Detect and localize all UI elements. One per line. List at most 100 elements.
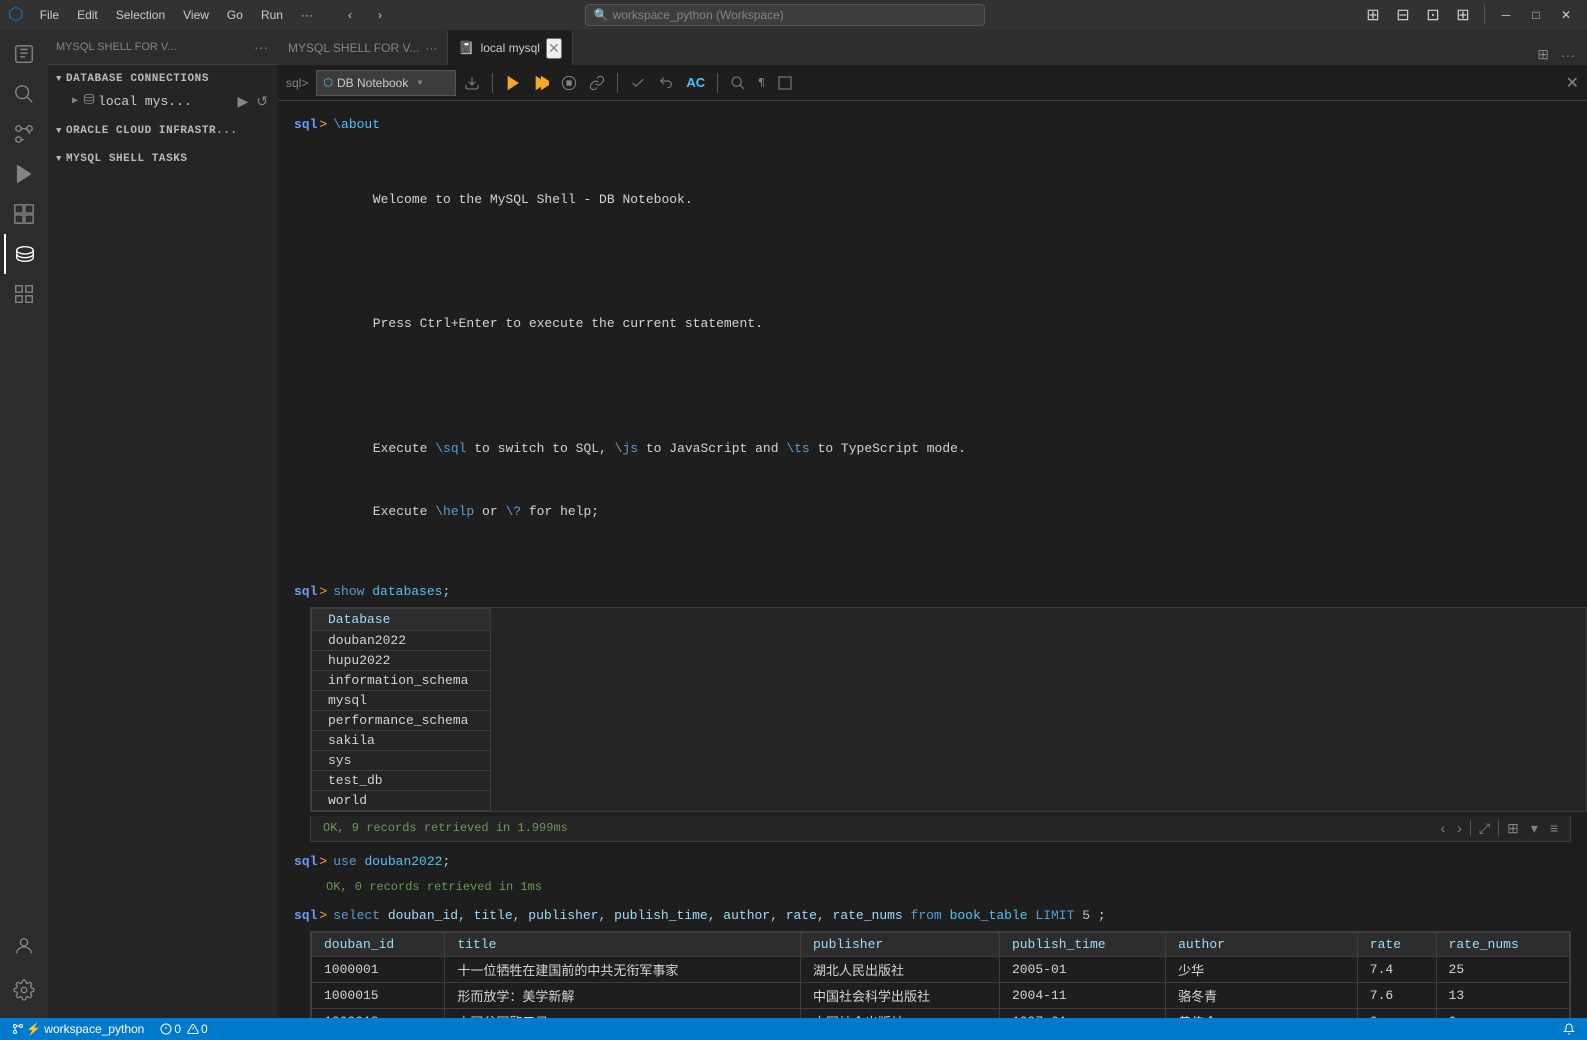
prompt-sql: sql [294, 908, 317, 923]
about-line-6: Execute \help or \? for help; [326, 502, 1555, 523]
next-result-btn[interactable]: › [1453, 818, 1466, 838]
section-label: MYSQL SHELL TASKS [66, 153, 188, 165]
activity-extensions[interactable] [4, 194, 44, 234]
database-table: Database douban2022 hupu2022 information… [311, 608, 491, 811]
word-wrap-button[interactable]: ¶ [754, 73, 769, 92]
db-name-douban: douban2022 [312, 630, 491, 650]
database-connections-header[interactable]: ▼ DATABASE CONNECTIONS [48, 69, 278, 89]
execute-script-button[interactable] [529, 72, 553, 94]
notebook-type-select[interactable]: ⬡ DB Notebook ▾ [316, 70, 456, 96]
activity-database[interactable] [4, 274, 44, 314]
search-icon: 🔍 [594, 8, 609, 23]
commit-button[interactable] [626, 72, 650, 94]
execute-statement-button[interactable] [501, 72, 525, 94]
tab-bar: MYSQL SHELL FOR V... ··· 📓 local mysql ✕… [278, 30, 1587, 65]
activity-bar [0, 30, 48, 1018]
grid-view-btn[interactable]: ⊞ [1503, 818, 1523, 839]
activity-mysql-shell[interactable] [4, 234, 44, 274]
cell-rate-nums: 13 [1436, 982, 1569, 1008]
activity-search[interactable] [4, 74, 44, 114]
status-branch[interactable]: ⚡ workspace_python [8, 1022, 148, 1036]
cell-rate-nums: 0 [1436, 1008, 1569, 1018]
menu-more[interactable]: ··· [293, 6, 321, 24]
close-button[interactable]: ✕ [1553, 4, 1579, 26]
nav-forward-button[interactable]: › [367, 4, 393, 26]
db-column-header: Database [312, 608, 491, 630]
oracle-cloud-header[interactable]: ▼ ORACLE CLOUD INFRASTR... [48, 121, 278, 141]
close-notebook-button[interactable]: ✕ [1566, 73, 1579, 93]
maximize-button[interactable] [773, 72, 797, 94]
activity-source-control[interactable] [4, 114, 44, 154]
select-result-scroll[interactable]: douban_id title publisher publish_time a… [311, 932, 1570, 1018]
cell-rate-nums: 25 [1436, 956, 1569, 982]
more-result-btn[interactable]: ▾ [1527, 818, 1542, 839]
minimize-button[interactable]: ─ [1493, 4, 1519, 26]
layout-btn-3[interactable]: ⊡ [1420, 4, 1446, 26]
cell-author: 骆冬青 [1166, 982, 1358, 1008]
status-errors[interactable]: 0 0 [156, 1022, 211, 1036]
reload-button[interactable]: ↺ [254, 93, 270, 110]
connect-button[interactable] [585, 72, 609, 94]
menu-run[interactable]: Run [253, 6, 291, 24]
cell-rate: 7.4 [1357, 956, 1436, 982]
local-mysql-tab[interactable]: 📓 local mysql ✕ [448, 30, 572, 65]
menu-file[interactable]: File [32, 6, 67, 24]
more-actions-button[interactable]: ··· [1557, 45, 1579, 65]
layout-btn-1[interactable]: ⊞ [1360, 4, 1386, 26]
table-row: sys [312, 750, 491, 770]
prev-result-btn[interactable]: ‹ [1437, 818, 1450, 838]
rollback-button[interactable] [654, 72, 678, 94]
menu-selection[interactable]: Selection [108, 6, 173, 24]
editor-area: MYSQL SHELL FOR V... ··· 📓 local mysql ✕… [278, 30, 1587, 1018]
about-line-5: Execute \sql to switch to SQL, \js to Ja… [326, 439, 1555, 460]
result-menu-btn[interactable]: ≡ [1546, 818, 1562, 838]
local-mysql-item[interactable]: ▶ local mys... ▶ ↺ [48, 89, 278, 113]
status-notification[interactable] [1559, 1023, 1579, 1035]
maximize-button[interactable]: □ [1523, 4, 1549, 26]
main-layout: MYSQL SHELL FOR V... ··· ▼ DATABASE CONN… [0, 30, 1587, 1018]
book-table: douban_id title publisher publish_time a… [311, 932, 1570, 1018]
cell-publisher: 中国社会出版社 [800, 1008, 999, 1018]
activity-account[interactable] [4, 926, 44, 966]
cell-about-input: sql> \about [278, 113, 1587, 136]
titlebar: ⬡ File Edit Selection View Go Run ··· ‹ … [0, 0, 1587, 30]
prompt-gt: > [319, 854, 327, 869]
section-label: ORACLE CLOUD INFRASTR... [66, 125, 238, 137]
split-editor-button[interactable]: ⊞ [1533, 44, 1553, 65]
activity-settings[interactable] [4, 970, 44, 1010]
sidebar-panel-tab[interactable]: MYSQL SHELL FOR V... [56, 41, 176, 53]
menu-go[interactable]: Go [219, 6, 251, 24]
about-line-3: Press Ctrl+Enter to execute the current … [326, 314, 1555, 335]
search-bar[interactable]: 🔍 workspace_python (Workspace) [585, 4, 985, 26]
cell-publish-time: 2005-01 [999, 956, 1165, 982]
status-right [1559, 1023, 1579, 1035]
status-remote-text: ⚡ workspace_python [26, 1022, 144, 1036]
table-row: 1000018 中国贫困警示录 中国社会出版社 1997-01 黄传会 0 0 [312, 1008, 1570, 1018]
mysql-shell-tab[interactable]: MYSQL SHELL FOR V... ··· [278, 30, 448, 65]
import-button[interactable] [460, 72, 484, 94]
tab-close-button[interactable]: ✕ [546, 38, 562, 59]
menu-view[interactable]: View [175, 6, 217, 24]
activity-explorer[interactable] [4, 34, 44, 74]
about-output-text: Welcome to the MySQL Shell - DB Notebook… [310, 140, 1571, 572]
db-name-testdb: test_db [312, 770, 491, 790]
expand-result-btn[interactable]: ⤢ [1475, 818, 1494, 839]
local-mysql-label: local mys... [98, 94, 192, 109]
about-line-2 [326, 252, 1555, 273]
auto-commit-button[interactable]: AC [682, 72, 709, 93]
sidebar-more-btn[interactable]: ··· [252, 39, 270, 55]
mysql-shell-tasks-header[interactable]: ▼ MYSQL SHELL TASKS [48, 149, 278, 169]
play-button[interactable]: ▶ [235, 93, 250, 110]
oracle-cloud-section: ▼ ORACLE CLOUD INFRASTR... [48, 117, 278, 145]
layout-btn-4[interactable]: ⊞ [1450, 4, 1476, 26]
stop-button[interactable] [557, 72, 581, 94]
nav-back-button[interactable]: ‹ [337, 4, 363, 26]
menu-edit[interactable]: Edit [69, 6, 106, 24]
find-button[interactable] [726, 72, 750, 94]
layout-btn-2[interactable]: ⊟ [1390, 4, 1416, 26]
table-row: performance_schema [312, 710, 491, 730]
chevron-right-icon: ▼ [56, 154, 62, 164]
database-connections-section: ▼ DATABASE CONNECTIONS ▶ local mys... ▶ … [48, 65, 278, 117]
activity-run-debug[interactable] [4, 154, 44, 194]
show-databases-prompt: sql> show databases; [294, 580, 1571, 603]
